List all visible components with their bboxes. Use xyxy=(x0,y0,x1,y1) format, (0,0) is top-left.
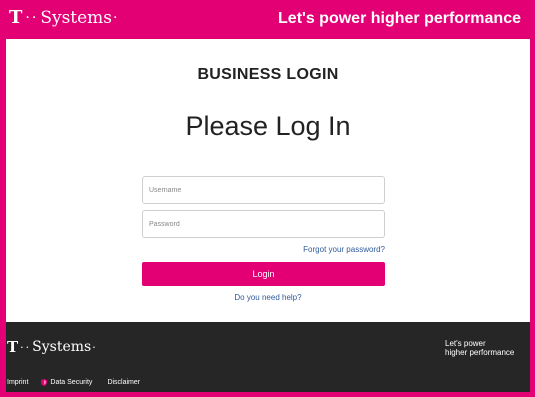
data-security-link[interactable]: Data Security xyxy=(50,379,92,386)
disclaimer-link[interactable]: Disclaimer xyxy=(107,379,140,386)
section-title: BUSINESS LOGIN xyxy=(197,66,339,83)
login-button[interactable]: Login xyxy=(142,262,385,286)
page-heading: Please Log In xyxy=(185,111,351,141)
logo-trail-dot: · xyxy=(113,10,118,26)
header-bar: T ·· Systems · Let's power higher perfor… xyxy=(0,0,535,39)
logo-dots: ·· xyxy=(25,10,39,26)
help-link[interactable]: Do you need help? xyxy=(234,293,301,302)
imprint-link[interactable]: Imprint xyxy=(7,379,28,386)
footer-logo-t-mark: T xyxy=(7,338,19,356)
login-panel: BUSINESS LOGIN Please Log In Forgot your… xyxy=(6,39,530,322)
header-tagline: Let's power higher performance xyxy=(278,10,521,27)
footer-links: Imprint Data Security Disclaimer xyxy=(7,379,140,386)
footer-logo-name: Systems xyxy=(32,339,92,355)
username-input[interactable] xyxy=(142,176,385,204)
footer-tagline-line2: higher performance xyxy=(445,348,515,357)
tsystems-logo[interactable]: T ·· Systems · xyxy=(9,7,118,29)
forgot-password-link[interactable]: Forgot your password? xyxy=(303,245,385,254)
footer-logo-dots: ·· xyxy=(20,340,32,354)
page-frame: T ·· Systems · Let's power higher perfor… xyxy=(0,0,535,397)
footer-tagline: Let's power higher performance xyxy=(445,339,514,357)
footer-logo-trail-dot: · xyxy=(92,340,96,354)
shield-icon xyxy=(41,379,48,386)
password-input[interactable] xyxy=(142,210,385,238)
help-container: Do you need help? xyxy=(6,293,530,302)
logo-name: Systems xyxy=(40,8,113,28)
footer: T ·· Systems · Let's power higher perfor… xyxy=(6,322,530,392)
logo-t-mark: T xyxy=(9,7,23,28)
footer-logo[interactable]: T ·· Systems · xyxy=(7,338,96,356)
data-security-item[interactable]: Data Security xyxy=(41,379,92,386)
footer-tagline-line1: Let's power xyxy=(445,339,486,348)
